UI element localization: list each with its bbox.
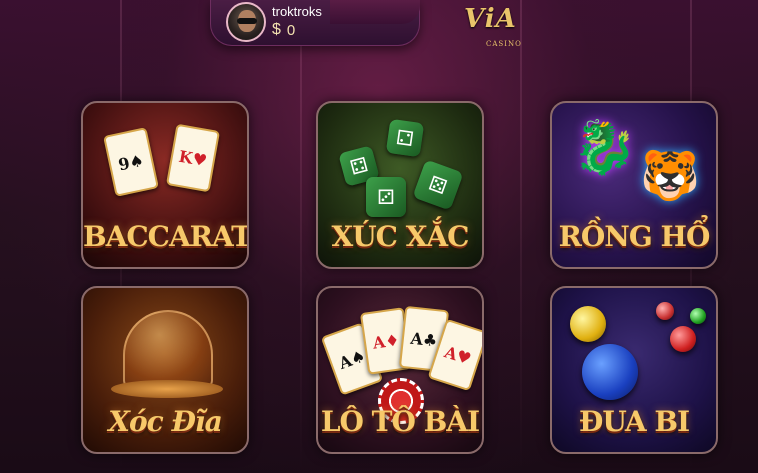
game-tile-dua-bi[interactable]: ĐUA BI <box>550 286 718 454</box>
game-label: RỒNG HỔ <box>558 220 711 253</box>
dice-icon: ⚂ <box>366 177 406 217</box>
light-streak <box>520 0 522 473</box>
game-tile-xuc-xac[interactable]: ⚃ ⚁ ⚄ ⚂ XÚC XẮC <box>316 101 484 269</box>
currency-icon: $ <box>272 21 281 38</box>
avatar[interactable] <box>226 2 266 42</box>
balance-value: 0 <box>286 21 296 39</box>
logo-text: ViA <box>464 4 517 34</box>
playing-card-icon: 9♠ <box>103 127 159 197</box>
tiger-icon: 🐯 <box>640 148 700 204</box>
dragon-icon: 🐉 <box>572 118 637 178</box>
playing-card-icon: K♥ <box>165 123 221 193</box>
game-label: LÔ TÔ BÀI <box>320 405 480 438</box>
game-tile-rong-ho[interactable]: 🐉 🐯 RỒNG HỔ <box>550 101 718 269</box>
casino-logo: ViA CASINO <box>458 2 548 56</box>
plate-icon <box>111 380 223 398</box>
billiard-ball-icon <box>570 306 606 342</box>
game-tile-xoc-dia[interactable]: Xóc Đĩa <box>81 286 249 454</box>
light-streak <box>300 0 302 473</box>
game-label: BACCARAT <box>83 220 249 253</box>
billiard-ball-icon <box>582 344 638 400</box>
avatar-glasses <box>237 18 257 24</box>
balance-display: $ 0 <box>272 21 295 39</box>
dice-icon: ⚁ <box>385 118 425 158</box>
logo-subtext: CASINO <box>486 40 522 48</box>
game-label: Xóc Đĩa <box>108 405 222 438</box>
billiard-ball-icon <box>690 308 706 324</box>
billiard-ball-icon <box>656 302 674 320</box>
user-panel-accent <box>330 0 420 24</box>
dice-icon: ⚄ <box>412 159 464 211</box>
username: troktroks <box>272 4 322 19</box>
billiard-ball-icon <box>670 326 696 352</box>
dome-icon <box>123 310 213 390</box>
game-label: XÚC XẮC <box>331 220 470 253</box>
game-label: ĐUA BI <box>578 405 690 438</box>
game-tile-baccarat[interactable]: 9♠ K♥ BACCARAT <box>81 101 249 269</box>
game-tile-lo-to-bai[interactable]: A♠ A♦ A♣ A♥ LÔ TÔ BÀI <box>316 286 484 454</box>
